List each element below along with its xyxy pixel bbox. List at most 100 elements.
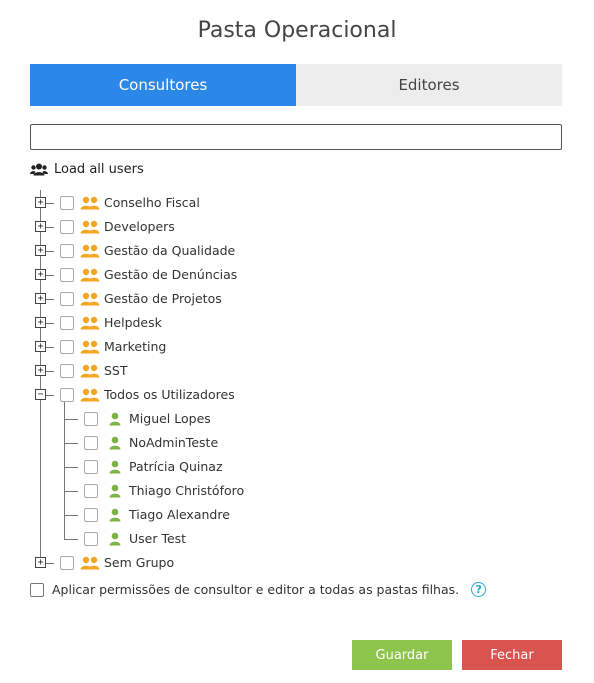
- tab-bar: Consultores Editores: [30, 64, 562, 106]
- user-icon: [109, 532, 121, 549]
- users-icon: [30, 163, 48, 176]
- tree-branch-line: [46, 323, 54, 324]
- apply-children-option: Aplicar permissões de consultor e editor…: [30, 582, 487, 597]
- group-checkbox[interactable]: [60, 364, 74, 378]
- save-button[interactable]: Guardar: [352, 640, 452, 670]
- user-icon: [109, 508, 121, 525]
- tree-user-row: Tiago Alexandre: [0, 505, 594, 525]
- expand-icon[interactable]: +: [35, 245, 46, 256]
- user-label: Thiago Christóforo: [129, 483, 245, 498]
- group-label: Sem Grupo: [104, 555, 175, 570]
- group-icon: [80, 292, 100, 309]
- tree-group-row: + Gestão de Projetos: [0, 289, 594, 309]
- user-checkbox[interactable]: [84, 436, 98, 450]
- group-checkbox[interactable]: [60, 196, 74, 210]
- group-checkbox[interactable]: [60, 220, 74, 234]
- user-icon: [109, 436, 121, 453]
- user-label: NoAdminTeste: [129, 435, 219, 450]
- tree-branch-line: [46, 395, 54, 396]
- group-checkbox[interactable]: [60, 388, 74, 402]
- expand-icon[interactable]: +: [35, 197, 46, 208]
- dialog-title: Pasta Operacional: [197, 18, 397, 43]
- group-checkbox[interactable]: [60, 292, 74, 306]
- tree-branch-line: [64, 491, 78, 492]
- group-label: SST: [104, 363, 128, 378]
- tree-user-row: Patrícia Quinaz: [0, 457, 594, 477]
- apply-children-checkbox[interactable]: [30, 582, 44, 597]
- tree-branch-line: [64, 467, 78, 468]
- group-label: Conselho Fiscal: [104, 195, 200, 210]
- tree-group-row: − Todos os Utilizadores: [0, 385, 594, 405]
- tree-branch-line: [64, 419, 78, 420]
- tree-user-row: NoAdminTeste: [0, 433, 594, 453]
- expand-icon[interactable]: +: [35, 269, 46, 280]
- group-label: Gestão de Denúncias: [104, 267, 238, 282]
- group-icon: [80, 244, 100, 261]
- group-icon: [80, 388, 100, 405]
- tree-user-row: User Test: [0, 529, 594, 549]
- expand-icon[interactable]: +: [35, 557, 46, 568]
- group-icon: [80, 556, 100, 573]
- group-icon: [80, 268, 100, 285]
- user-checkbox[interactable]: [84, 484, 98, 498]
- group-label: Developers: [104, 219, 175, 234]
- tree-group-row: + Marketing: [0, 337, 594, 357]
- user-icon: [109, 412, 121, 429]
- group-icon: [80, 316, 100, 333]
- tree-branch-line: [46, 227, 54, 228]
- group-icon: [80, 364, 100, 381]
- group-icon: [80, 220, 100, 237]
- search-input[interactable]: [30, 124, 562, 150]
- user-label: Patrícia Quinaz: [129, 459, 223, 474]
- user-icon: [109, 460, 121, 477]
- group-label: Todos os Utilizadores: [104, 387, 235, 402]
- group-label: Helpdesk: [104, 315, 162, 330]
- tree-group-row: + Sem Grupo: [0, 553, 594, 573]
- help-icon[interactable]: ?: [471, 582, 487, 597]
- tree-branch-line: [64, 539, 78, 540]
- user-label: Tiago Alexandre: [129, 507, 230, 522]
- expand-icon[interactable]: +: [35, 365, 46, 376]
- group-icon: [80, 340, 100, 357]
- tree-branch-line: [46, 347, 54, 348]
- user-icon: [109, 484, 121, 501]
- group-icon: [80, 196, 100, 213]
- expand-icon[interactable]: +: [35, 317, 46, 328]
- group-label: Marketing: [104, 339, 167, 354]
- tree-group-row: + Conselho Fiscal: [0, 193, 594, 213]
- tree-branch-line: [46, 299, 54, 300]
- apply-children-label: Aplicar permissões de consultor e editor…: [52, 582, 460, 597]
- tree-branch-line: [64, 443, 78, 444]
- tree-branch-line: [46, 371, 54, 372]
- tree-group-row: + Helpdesk: [0, 313, 594, 333]
- group-checkbox[interactable]: [60, 316, 74, 330]
- tree-user-row: Miguel Lopes: [0, 409, 594, 429]
- tree-branch-line: [46, 563, 54, 564]
- tree-group-row: + Gestão de Denúncias: [0, 265, 594, 285]
- expand-icon[interactable]: +: [35, 293, 46, 304]
- user-checkbox[interactable]: [84, 508, 98, 522]
- group-label: Gestão da Qualidade: [104, 243, 236, 258]
- group-checkbox[interactable]: [60, 556, 74, 570]
- load-all-users-link[interactable]: Load all users: [30, 162, 144, 177]
- user-checkbox[interactable]: [84, 412, 98, 426]
- load-all-users-label: Load all users: [54, 162, 144, 177]
- tree-group-row: + SST: [0, 361, 594, 381]
- tree-group-row: + Gestão da Qualidade: [0, 241, 594, 261]
- user-checkbox[interactable]: [84, 532, 98, 546]
- expand-icon[interactable]: +: [35, 341, 46, 352]
- tab-consultores[interactable]: Consultores: [30, 64, 296, 106]
- user-checkbox[interactable]: [84, 460, 98, 474]
- user-label: User Test: [129, 531, 187, 546]
- tree-branch-line: [46, 251, 54, 252]
- collapse-icon[interactable]: −: [35, 389, 46, 400]
- tree-branch-line: [46, 203, 54, 204]
- group-checkbox[interactable]: [60, 340, 74, 354]
- group-label: Gestão de Projetos: [104, 291, 222, 306]
- expand-icon[interactable]: +: [35, 221, 46, 232]
- tree-branch-line: [46, 275, 54, 276]
- close-button[interactable]: Fechar: [462, 640, 562, 670]
- tab-editores[interactable]: Editores: [296, 64, 562, 106]
- group-checkbox[interactable]: [60, 244, 74, 258]
- group-checkbox[interactable]: [60, 268, 74, 282]
